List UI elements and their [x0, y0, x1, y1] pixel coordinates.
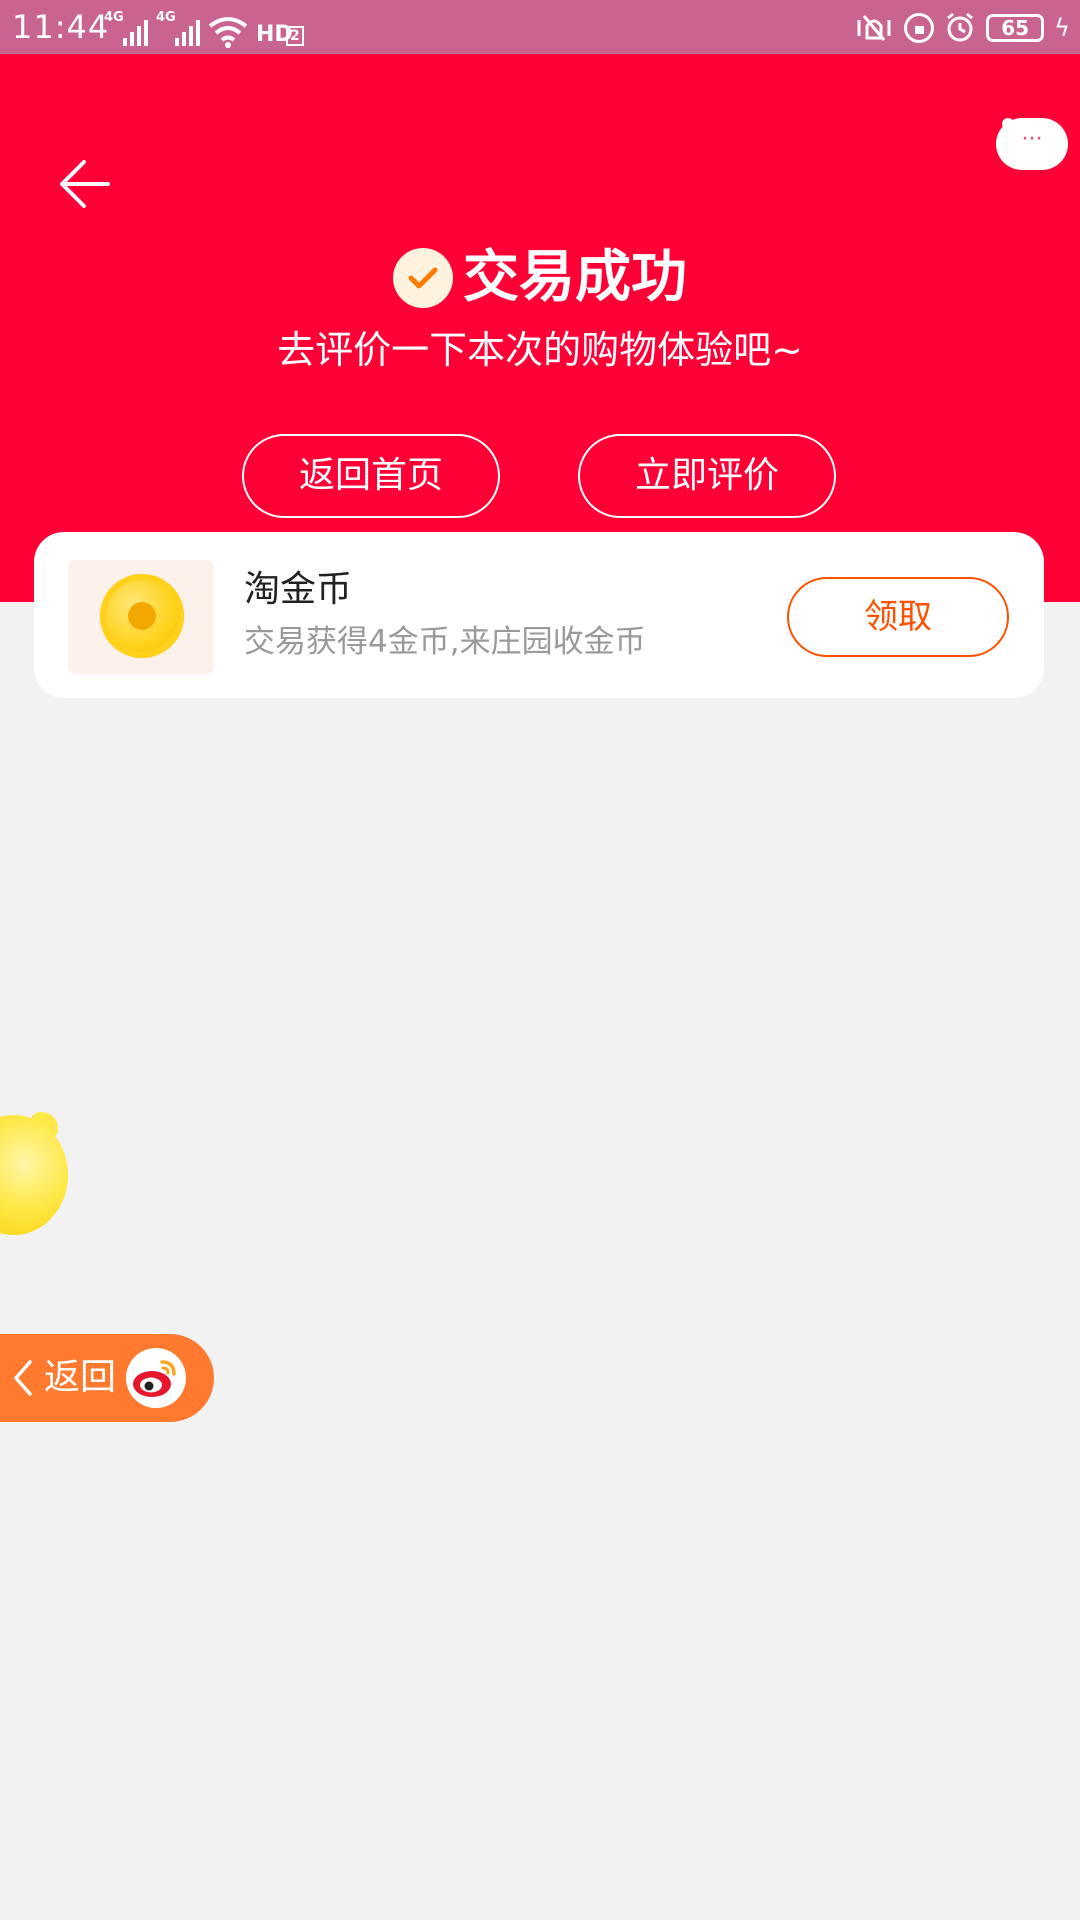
signal-icon: 4G [156, 10, 200, 48]
page-title: 交易成功 [463, 245, 687, 310]
card-thumbnail [68, 560, 214, 674]
status-bar: 11:44 4G 4G HD 2 65 ϟ [0, 0, 1080, 54]
network-type-label: 4G [156, 10, 176, 25]
page-subtitle: 去评价一下本次的购物体验吧~ [277, 328, 803, 372]
weibo-logo-icon [126, 1348, 186, 1408]
title-row: 交易成功 [0, 238, 1080, 318]
network-type-label: 4G [104, 10, 124, 25]
piggy-bank-icon[interactable] [0, 1115, 68, 1235]
status-left-icons: 4G 4G HD 2 [104, 8, 304, 48]
coin-reward-card: 淘金币 交易获得4金币,来庄园收金币 领取 [34, 532, 1044, 698]
vibrate-icon [857, 15, 891, 41]
return-to-weibo-button[interactable]: 返回 [0, 1334, 214, 1422]
return-label: 返回 [44, 1357, 117, 1398]
page: 11:44 4G 4G HD 2 65 ϟ ··· 交易成功 去评价一下本次的购… [0, 0, 1080, 1920]
claim-button[interactable]: 领取 [787, 577, 1009, 657]
review-now-button[interactable]: 立即评价 [578, 434, 836, 518]
card-description: 交易获得4金币,来庄园收金币 [244, 624, 646, 660]
gold-coin-icon [100, 574, 184, 658]
status-time: 11:44 [12, 8, 110, 46]
signal-icon: 4G [104, 10, 148, 48]
charging-icon: ϟ [1054, 14, 1070, 42]
status-right-icons: 65 ϟ [854, 8, 1070, 48]
rotation-lock-icon [904, 13, 935, 43]
hd-voice-icon: HD 2 [256, 12, 304, 48]
back-home-button[interactable]: 返回首页 [242, 434, 500, 518]
alarm-icon [947, 12, 974, 42]
menu-dot [1002, 118, 1014, 130]
back-arrow-icon[interactable] [54, 152, 114, 212]
menu-dot [1002, 140, 1014, 152]
wifi-icon [208, 17, 248, 48]
card-title: 淘金币 [244, 569, 353, 610]
success-header: ··· 交易成功 去评价一下本次的购物体验吧~ 返回首页 立即评价 [0, 54, 1080, 602]
check-icon [393, 248, 453, 308]
chevron-left-icon [14, 1360, 32, 1396]
battery-icon: 65 [986, 14, 1045, 42]
